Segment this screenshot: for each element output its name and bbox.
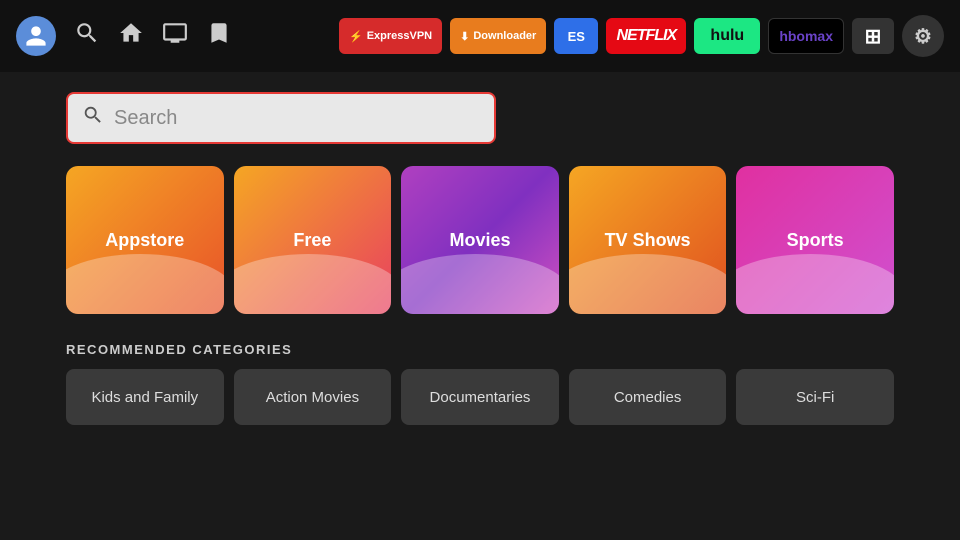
recommended-heading: RECOMMENDED CATEGORIES — [66, 342, 894, 357]
top-navigation: ⚡ ExpressVPN ⬇ Downloader ES NETFLIX hul… — [0, 0, 960, 72]
search-icon — [82, 104, 104, 132]
settings-button[interactable]: ⚙ — [902, 15, 944, 57]
downloader-label: Downloader — [473, 30, 536, 42]
downloader-button[interactable]: ⬇ Downloader — [450, 18, 546, 54]
main-content: Search Appstore Free Movies TV Shows Spo… — [0, 72, 960, 425]
search-bar[interactable]: Search — [66, 92, 496, 144]
rec-comedies[interactable]: Comedies — [569, 369, 727, 425]
hulu-label: hulu — [710, 27, 744, 45]
downloader-icon: ⬇ — [460, 30, 469, 43]
tile-movies[interactable]: Movies — [401, 166, 559, 314]
rec-action-movies[interactable]: Action Movies — [234, 369, 392, 425]
bookmark-nav-icon[interactable] — [206, 20, 232, 52]
nav-left — [16, 16, 232, 56]
rec-sci-fi[interactable]: Sci-Fi — [736, 369, 894, 425]
category-tiles: Appstore Free Movies TV Shows Sports — [66, 166, 894, 314]
hulu-button[interactable]: hulu — [694, 18, 760, 54]
rec-kids-family[interactable]: Kids and Family — [66, 369, 224, 425]
avatar[interactable] — [16, 16, 56, 56]
es-label: ES — [568, 29, 585, 44]
search-nav-icon[interactable] — [74, 20, 100, 52]
tile-sports[interactable]: Sports — [736, 166, 894, 314]
home-nav-icon[interactable] — [118, 20, 144, 52]
es-button[interactable]: ES — [554, 18, 598, 54]
netflix-button[interactable]: NETFLIX — [606, 18, 686, 54]
hbomax-button[interactable]: hbomax — [768, 18, 844, 54]
tv-nav-icon[interactable] — [162, 20, 188, 52]
tile-tvshows[interactable]: TV Shows — [569, 166, 727, 314]
tile-appstore[interactable]: Appstore — [66, 166, 224, 314]
rec-documentaries[interactable]: Documentaries — [401, 369, 559, 425]
recommended-categories: Kids and Family Action Movies Documentar… — [66, 369, 894, 425]
netflix-label: NETFLIX — [616, 27, 676, 45]
nav-right: ⚡ ExpressVPN ⬇ Downloader ES NETFLIX hul… — [339, 15, 944, 57]
tile-free[interactable]: Free — [234, 166, 392, 314]
expressvpn-icon: ⚡ — [349, 30, 363, 43]
hbomax-label: hbomax — [779, 28, 833, 44]
expressvpn-button[interactable]: ⚡ ExpressVPN — [339, 18, 442, 54]
grid-button[interactable]: ⊞ — [852, 18, 894, 54]
expressvpn-label: ExpressVPN — [367, 30, 432, 42]
search-input[interactable]: Search — [114, 107, 480, 130]
